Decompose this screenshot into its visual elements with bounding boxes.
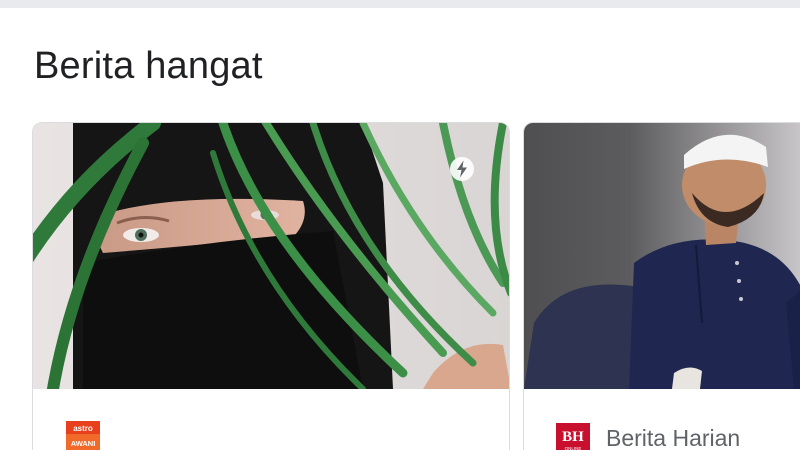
news-source-name: Berita Harian <box>606 424 741 450</box>
news-carousel[interactable]: astro AWANI BH ONLINE Berita Harian <box>0 122 800 450</box>
svg-text:AWANI: AWANI <box>71 439 96 448</box>
thumbnail-image-man-kopiah <box>524 123 800 389</box>
news-thumbnail-1 <box>33 123 509 389</box>
svg-text:ONLINE: ONLINE <box>565 446 582 450</box>
news-thumbnail-2 <box>524 123 800 389</box>
news-source-2: BH ONLINE Berita Harian <box>556 423 740 450</box>
section-title: Berita hangat <box>34 45 263 87</box>
top-divider-strip <box>0 0 800 8</box>
berita-harian-logo-icon: BH ONLINE <box>556 423 590 450</box>
news-card-1[interactable]: astro AWANI <box>32 122 510 450</box>
lightning-bolt-icon <box>449 156 475 182</box>
svg-text:BH: BH <box>562 429 584 445</box>
news-source-1: astro AWANI <box>66 421 116 450</box>
astro-awani-logo-icon: astro AWANI <box>66 421 100 450</box>
svg-text:astro: astro <box>73 424 93 433</box>
news-card-2[interactable]: BH ONLINE Berita Harian <box>523 122 800 450</box>
thumbnail-image-niqab-leaves <box>33 123 509 389</box>
